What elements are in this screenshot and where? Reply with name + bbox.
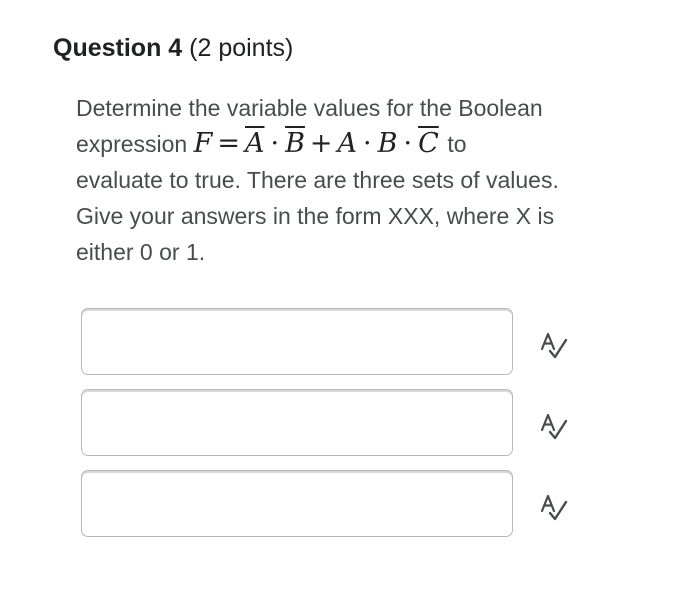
expr-not-c: C (418, 128, 439, 159)
prompt-line-5: either 0 or 1. (76, 239, 206, 265)
expr-a: A (337, 128, 358, 159)
question-number: Question 4 (53, 34, 183, 62)
spell-check-icon[interactable] (536, 327, 570, 361)
question-prompt: Determine the variable values for the Bo… (76, 90, 676, 270)
spell-check-icon[interactable] (536, 489, 570, 523)
question-points: (2 points) (189, 34, 294, 62)
prompt-line-1: Determine the variable values for the Bo… (76, 95, 543, 121)
answer-row-2 (81, 389, 513, 456)
prompt-line-2-prefix: expression (76, 131, 188, 157)
answer-input-3[interactable] (81, 470, 513, 537)
answer-input-2[interactable] (81, 389, 513, 456)
expr-lhs: F (193, 128, 213, 159)
prompt-line-2-suffix: to (447, 131, 467, 157)
answer-row-1 (81, 308, 513, 375)
expr-not-b: B (285, 128, 305, 159)
boolean-expression: F = A · B + A · B · C (194, 128, 448, 159)
expr-b: B (377, 128, 398, 159)
expr-dot-3: · (403, 128, 413, 159)
answer-row-3 (81, 470, 513, 537)
prompt-line-3: evaluate to true. There are three sets o… (76, 167, 559, 193)
question-title: Question 4 (2 points) (53, 34, 293, 63)
answer-input-1[interactable] (81, 308, 513, 375)
expr-not-a: A (244, 128, 265, 159)
prompt-line-4: Give your answers in the form XXX, where… (76, 203, 555, 229)
expr-plus: + (309, 128, 333, 159)
spell-check-icon[interactable] (536, 408, 570, 442)
expr-equals: = (217, 128, 240, 159)
expr-dot-2: · (363, 128, 372, 159)
prompt-line-2: expression F = A · B + A · B · C to (76, 126, 676, 162)
expr-dot-1: · (270, 128, 280, 159)
